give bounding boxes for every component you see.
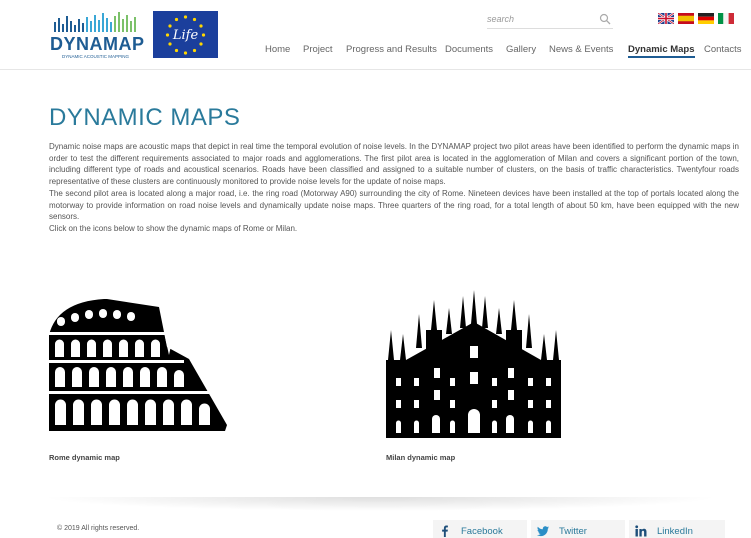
linkedin-link[interactable]: LinkedIn [629,520,725,538]
milan-map-label[interactable]: Milan dynamic map [386,453,455,462]
footer-divider [40,497,720,511]
flag-es-icon[interactable] [678,13,694,24]
copyright-text: © 2019 All rights reserved. [57,525,140,532]
nav-item-news-events[interactable]: News & Events [549,44,613,55]
eu-stars-icon: Life [165,15,206,55]
intro-paragraph: Dynamic noise maps are acoustic maps tha… [49,142,739,187]
twitter-label: Twitter [559,526,587,537]
nav-item-gallery[interactable]: Gallery [506,44,536,55]
search-box [487,10,613,29]
linkedin-label: LinkedIn [657,526,693,537]
intro-text: Dynamic noise maps are acoustic maps tha… [49,141,739,235]
search-input[interactable] [487,10,592,28]
nav-item-home[interactable]: Home [265,44,290,55]
life-programme-logo[interactable]: Life [153,11,218,58]
nav-item-project[interactable]: Project [303,44,333,55]
milan-map-card[interactable]: Milan dynamic map [386,290,566,467]
flag-de-icon[interactable] [698,13,714,24]
flag-it-icon[interactable] [718,13,734,24]
facebook-link[interactable]: Facebook [433,520,527,538]
nav-item-progress-and-results[interactable]: Progress and Results [346,44,437,55]
rome-map-label[interactable]: Rome dynamic map [49,453,120,462]
page-title: DYNAMIC MAPS [49,104,241,131]
twitter-icon [537,526,549,537]
sound-bars-icon [54,12,136,32]
facebook-label: Facebook [461,526,503,537]
linkedin-icon [635,525,647,537]
dynamap-logo[interactable]: DYNAMAP DYNAMIC ACOUSTIC MAPPING [50,10,144,60]
logo-tagline: DYNAMIC ACOUSTIC MAPPING [62,54,130,59]
milan-cathedral-icon[interactable] [386,290,566,438]
intro-paragraph: Click on the icons below to show the dyn… [49,223,298,233]
logo-wordmark: DYNAMAP [50,34,145,54]
language-switcher [658,13,738,25]
main-navigation: Home Project Progress and Results Docume… [262,44,747,60]
colosseum-icon[interactable] [49,297,229,432]
intro-paragraph: The second pilot area is located along a… [49,188,739,222]
nav-item-documents[interactable]: Documents [445,44,493,55]
flag-uk-icon[interactable] [658,13,674,24]
search-icon[interactable] [599,13,611,25]
nav-item-dynamic-maps[interactable]: Dynamic Maps [628,44,695,58]
life-logo-text: Life [172,28,199,43]
twitter-link[interactable]: Twitter [531,520,625,538]
facebook-icon [442,525,448,537]
rome-map-card[interactable]: Rome dynamic map [49,297,229,467]
nav-item-contacts[interactable]: Contacts [704,44,742,55]
site-header: DYNAMAP DYNAMIC ACOUSTIC MAPPING Life se… [0,0,751,70]
